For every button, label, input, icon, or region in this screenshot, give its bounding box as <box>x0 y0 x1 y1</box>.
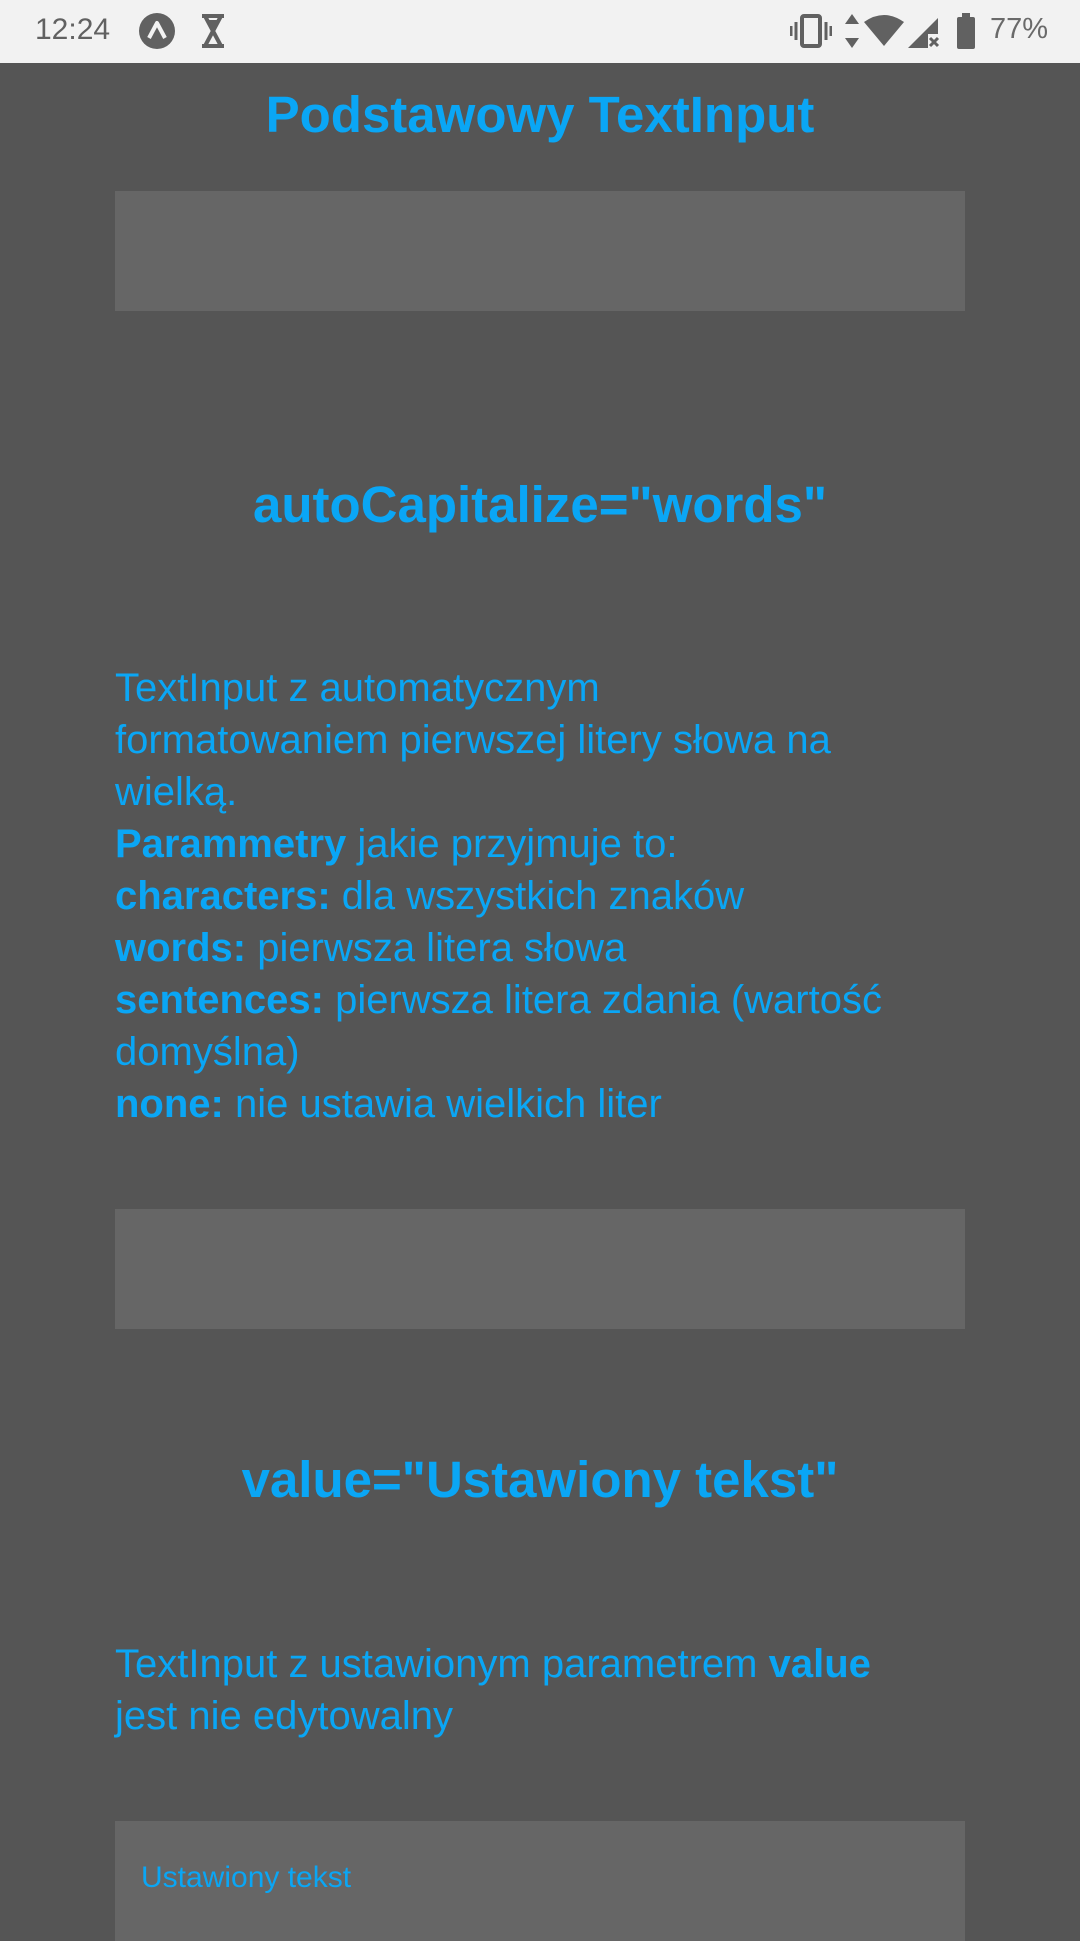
param-sentences: sentences: pierwsza litera zdania (warto… <box>115 974 975 1026</box>
basic-text-input[interactable] <box>115 191 965 311</box>
value-desc-text: TextInput z ustawionym parametrem <box>115 1642 769 1686</box>
desc-line: formatowaniem pierwszej litery słowa na <box>115 718 831 762</box>
desc-line: wielką. <box>115 770 238 814</box>
value-desc-line2: jest nie edytowalny <box>115 1694 453 1738</box>
param-sentences-cont: domyślna) <box>115 1030 300 1074</box>
vibrate-icon <box>790 14 832 48</box>
param-none-label: none: <box>115 1082 224 1126</box>
param-words-label: words: <box>115 926 247 970</box>
param-words: words: pierwsza litera słowa <box>115 922 975 974</box>
param-characters: characters: dla wszystkich znaków <box>115 870 975 922</box>
scroll-content[interactable]: Podstawowy TextInput autoCapitalize="wor… <box>0 63 1080 1941</box>
param-sentences-label: sentences: <box>115 978 324 1022</box>
value-description: TextInput z ustawionym parametrem value … <box>115 1638 975 1742</box>
section-title-value: value="Ustawiony tekst" <box>241 1451 839 1508</box>
data-arrows-icon <box>843 12 861 50</box>
value-desc-line1: TextInput z ustawionym parametrem value <box>115 1638 975 1690</box>
param-none: none: nie ustawia wielkich liter <box>115 1078 975 1130</box>
status-bar: 12:24 77% <box>0 0 1080 63</box>
autocapitalize-description: TextInput z automatycznym formatowaniem … <box>115 662 975 1130</box>
param-characters-label: characters: <box>115 874 331 918</box>
value-desc-bold: value <box>768 1642 871 1686</box>
autocapitalize-text-input[interactable] <box>115 1209 965 1329</box>
battery-icon <box>955 12 977 50</box>
section-title-autocapitalize: autoCapitalize="words" <box>252 476 828 533</box>
wifi-icon <box>862 14 906 48</box>
value-text-input-value: Ustawiony tekst <box>141 1861 352 1894</box>
param-words-text: pierwsza litera słowa <box>246 926 627 970</box>
value-text-input[interactable]: Ustawiony tekst <box>115 1821 965 1941</box>
app-logo-icon <box>138 12 176 50</box>
params-line: Parammetry jakie przyjmuje to: <box>115 818 975 870</box>
signal-no-sim-icon <box>906 14 942 50</box>
param-none-text: nie ustawia wielkich liter <box>223 1082 662 1126</box>
params-label: Parammetry <box>115 822 347 866</box>
params-text: jakie przyjmuje to: <box>346 822 678 866</box>
param-sentences-text: pierwsza litera zdania (wartość <box>323 978 882 1022</box>
param-characters-text: dla wszystkich znaków <box>330 874 745 918</box>
section-title-basic: Podstawowy TextInput <box>265 86 815 143</box>
battery-percent: 77% <box>990 13 1049 45</box>
desc-line: TextInput z automatycznym <box>115 666 600 710</box>
status-time: 12:24 <box>35 13 111 46</box>
hourglass-icon <box>200 14 226 48</box>
